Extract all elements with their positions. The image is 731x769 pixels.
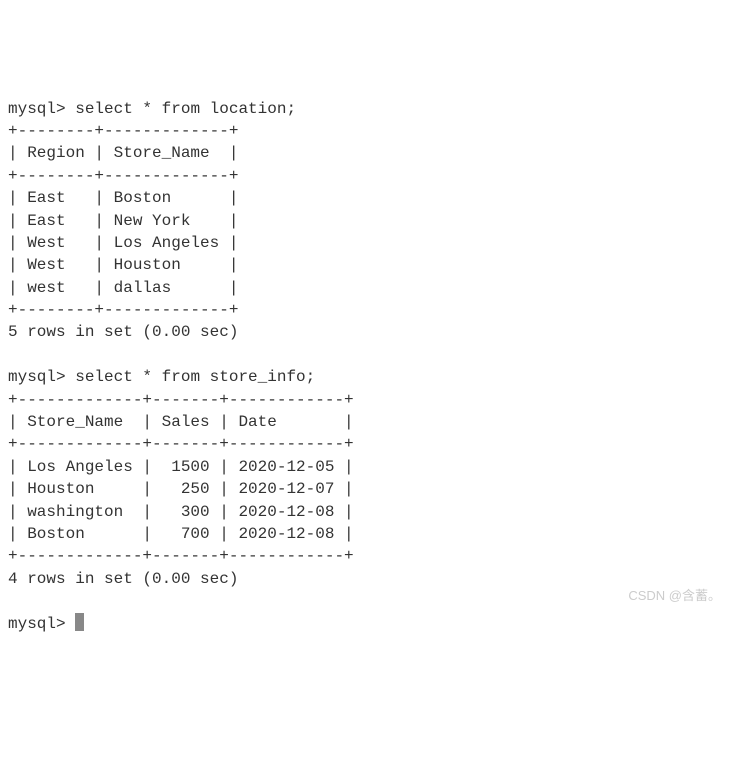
table-border: +--------+-------------+ [8,122,238,140]
table-row: | East | Boston | [8,189,238,207]
table-header: | Region | Store_Name | [8,144,238,162]
table-row: | west | dallas | [8,279,238,297]
table-border: +-------------+-------+------------+ [8,391,354,409]
table-row: | Houston | 250 | 2020-12-07 | [8,480,354,498]
table-row: | Los Angeles | 1500 | 2020-12-05 | [8,458,354,476]
sql-prompt: mysql> [8,100,66,118]
sql-prompt: mysql> [8,615,66,633]
table-border: +--------+-------------+ [8,167,238,185]
table-border: +-------------+-------+------------+ [8,435,354,453]
result-summary: 4 rows in set (0.00 sec) [8,570,238,588]
table-header: | Store_Name | Sales | Date | [8,413,354,431]
watermark-text: CSDN @含蓄。 [628,587,721,605]
table-row: | East | New York | [8,212,238,230]
sql-command: select * from store_info; [75,368,315,386]
result-summary: 5 rows in set (0.00 sec) [8,323,238,341]
sql-command: select * from location; [75,100,296,118]
table-row: | washington | 300 | 2020-12-08 | [8,503,354,521]
sql-prompt: mysql> [8,368,66,386]
terminal-output: mysql> select * from location; +--------… [8,98,723,635]
table-row: | West | Los Angeles | [8,234,238,252]
table-row: | Boston | 700 | 2020-12-08 | [8,525,354,543]
table-row: | West | Houston | [8,256,238,274]
table-border: +--------+-------------+ [8,301,238,319]
cursor-icon[interactable] [75,613,84,631]
table-border: +-------------+-------+------------+ [8,547,354,565]
